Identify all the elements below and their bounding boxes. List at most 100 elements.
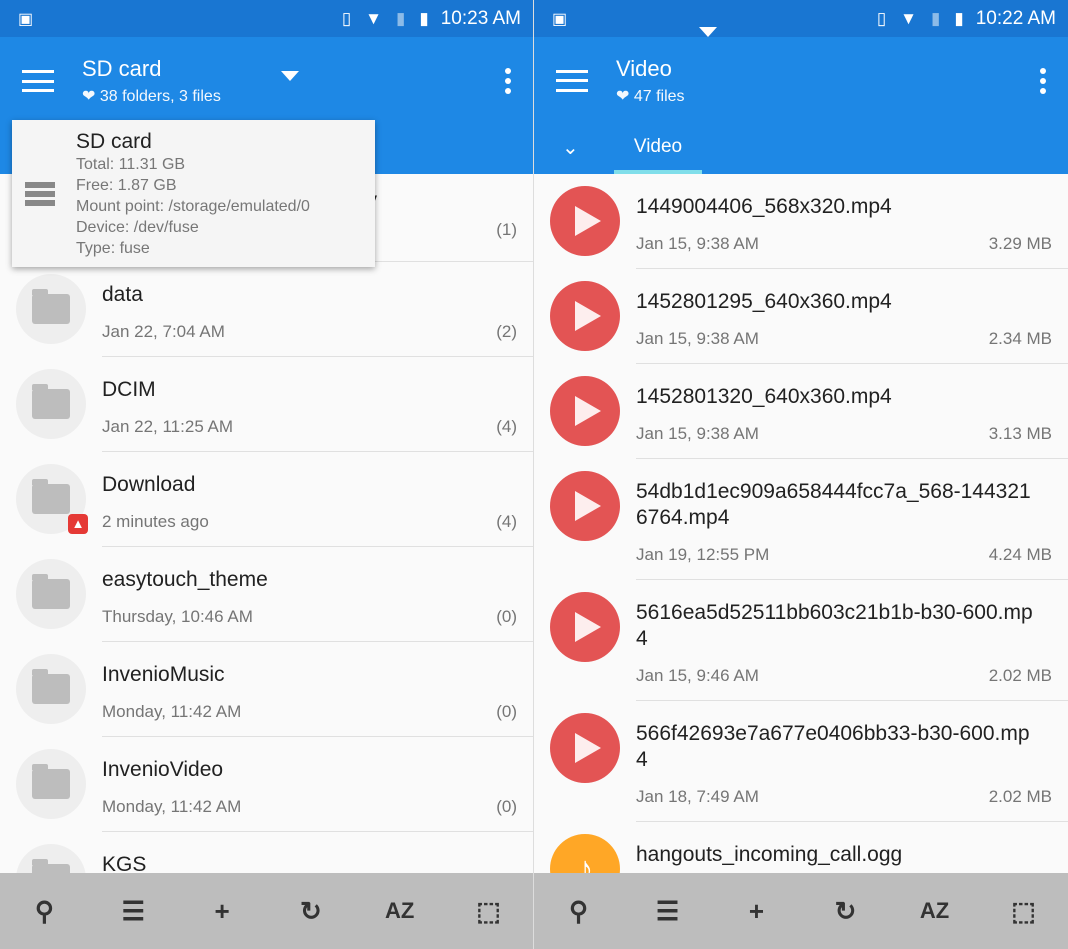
list-item[interactable]: InvenioMusic Monday, 11:42 AM (0): [0, 642, 533, 737]
item-count: (2): [496, 322, 517, 341]
no-sim-icon: ▮: [931, 8, 941, 28]
image-notification-icon: ▣: [18, 10, 34, 28]
list-item[interactable]: DCIM Jan 22, 11:25 AM (4): [0, 357, 533, 452]
item-name: 1452801295_640x360.mp4: [636, 290, 892, 313]
item-name: DCIM: [102, 378, 156, 401]
popup-type: Type: fuse: [76, 240, 150, 257]
item-date: Monday, 11:42 AM: [102, 702, 242, 721]
image-notification-icon: ▣: [552, 10, 568, 28]
popup-mount: Mount point: /storage/emulated/0: [76, 198, 310, 215]
list-item[interactable]: 1452801320_640x360.mp4 Jan 15, 9:38 AM 3.1…: [534, 364, 1068, 459]
video-file-icon: [550, 471, 620, 541]
location-selector[interactable]: Video ❤ 47 files: [616, 56, 685, 106]
popup-title: SD card: [76, 130, 152, 153]
item-size: 4.24 MB: [988, 545, 1052, 564]
item-date: Jan 15, 9:38 AM: [636, 329, 759, 348]
video-file-icon: [550, 281, 620, 351]
item-name: 1452801320_640x360.mp4: [636, 385, 892, 408]
list-item[interactable]: 1449004406_568x320.mp4 Jan 15, 9:38 AM 3.2…: [534, 174, 1068, 269]
sort-az-icon[interactable]: AZ: [910, 898, 960, 924]
bottom-toolbar: ⚲ ☰ + ↻ AZ ⬚: [534, 873, 1068, 949]
item-name: InvenioMusic: [102, 663, 225, 686]
item-size: 3.29 MB: [988, 234, 1052, 253]
folder-icon: [16, 274, 86, 344]
status-bar: ▣ ▯ ▼ ▮ ▮ 10:23 AM: [0, 0, 533, 37]
item-name: 54db1d1ec909a658444fcc7a_568-1443216764.…: [636, 480, 1031, 529]
list-view-icon[interactable]: ☰: [643, 896, 693, 927]
storage-info-popup: SD card Total: 11.31 GB Free: 1.87 GB Mo…: [12, 120, 375, 267]
item-count: (0): [496, 702, 517, 721]
battery-icon: ▮: [954, 8, 964, 28]
more-options-icon[interactable]: [505, 68, 511, 94]
add-icon[interactable]: +: [732, 896, 782, 927]
folder-icon: [16, 654, 86, 724]
item-date: 2 minutes ago: [102, 512, 209, 531]
file-list: 1449004406_568x320.mp4 Jan 15, 9:38 AM 3.2…: [534, 174, 1068, 917]
wifi-icon: ▼: [900, 8, 917, 28]
menu-icon[interactable]: [22, 70, 54, 92]
left-panel: ▣ ▯ ▼ ▮ ▮ 10:23 AM SD card ❤ 38 folders,…: [0, 0, 534, 949]
wifi-icon: ▼: [365, 8, 382, 28]
toolbar-title: SD card: [82, 56, 162, 81]
file-list: fy (1) dataJan 22, 7:04 AM(2)DCIMJan 22,…: [0, 174, 533, 914]
dropdown-caret-icon[interactable]: [280, 71, 299, 81]
item-count: (0): [496, 607, 517, 626]
list-item[interactable]: InvenioVideo Monday, 11:42 AM (0): [0, 737, 533, 832]
add-icon[interactable]: +: [197, 896, 247, 927]
video-file-icon: [550, 713, 620, 783]
item-date: Jan 15, 9:38 AM: [636, 424, 759, 443]
battery-icon: ▮: [419, 8, 429, 28]
item-size: 2.34 MB: [988, 329, 1052, 348]
sort-az-icon[interactable]: AZ: [375, 898, 425, 924]
item-date: Jan 15, 9:38 AM: [636, 234, 759, 253]
refresh-icon[interactable]: ↻: [286, 896, 336, 927]
menu-icon[interactable]: [556, 69, 588, 92]
bottom-toolbar: ⚲ ☰ + ↻ AZ ⬚: [0, 873, 533, 949]
select-all-icon[interactable]: ⬚: [464, 896, 514, 927]
popup-free: Free: 1.87 GB: [76, 177, 177, 194]
item-name: data: [102, 283, 143, 306]
popup-total: Total: 11.31 GB: [76, 156, 186, 173]
folder-icon: [16, 369, 86, 439]
select-all-icon[interactable]: ⬚: [999, 896, 1049, 927]
item-name: Download: [102, 473, 196, 496]
list-item[interactable]: 5616ea5d52511bb603c21b1b-b30-600.mp4 Jan …: [534, 580, 1068, 701]
storage-icon: [12, 120, 76, 267]
clock: 10:22 AM: [975, 7, 1056, 29]
item-date: Jan 18, 7:49 AM: [636, 787, 759, 806]
item-name: 566f42693e7a677e0406bb33-b30-600.mp4: [636, 722, 1030, 771]
list-view-icon[interactable]: ☰: [108, 896, 158, 927]
dropdown-caret-icon[interactable]: [698, 27, 717, 37]
refresh-icon[interactable]: ↻: [821, 896, 871, 927]
location-selector[interactable]: SD card ❤ 38 folders, 3 files: [82, 56, 221, 106]
heart-icon: ❤: [616, 87, 630, 105]
item-name: hangouts_incoming_call.ogg: [636, 843, 903, 866]
list-item[interactable]: 1452801295_640x360.mp4 Jan 15, 9:38 AM 2.3…: [534, 269, 1068, 364]
item-size: 2.02 MB: [988, 787, 1052, 806]
item-date: Jan 22, 7:04 AM: [102, 322, 225, 341]
search-icon[interactable]: ⚲: [19, 896, 69, 927]
item-name: InvenioVideo: [102, 758, 224, 781]
list-item[interactable]: easytouch_theme Thursday, 10:46 AM (0): [0, 547, 533, 642]
item-count: (1): [496, 220, 517, 239]
item-date: Thursday, 10:46 AM: [102, 607, 253, 626]
folder-icon: ▲: [16, 464, 88, 534]
folder-icon: [16, 559, 86, 629]
item-date: Monday, 11:42 AM: [102, 797, 242, 816]
video-file-icon: [550, 186, 620, 256]
more-options-icon[interactable]: [1040, 67, 1046, 94]
heart-icon: ❤: [82, 88, 96, 105]
android-icon: ▲: [68, 514, 88, 534]
list-item[interactable]: ▲ Download 2 minutes ago (4): [0, 452, 533, 547]
toolbar-subtitle: 38 folders, 3 files: [99, 88, 221, 105]
search-icon[interactable]: ⚲: [554, 896, 604, 927]
item-date: Jan 19, 12:55 PM: [636, 545, 770, 564]
tab-video[interactable]: Video: [614, 136, 702, 174]
chevron-down-icon[interactable]: ⌄: [562, 135, 614, 174]
list-item[interactable]: data Jan 22, 7:04 AM (2): [0, 262, 533, 357]
item-size: 3.13 MB: [988, 424, 1052, 443]
toolbar-subtitle: 47 files: [633, 87, 685, 105]
list-item[interactable]: 566f42693e7a677e0406bb33-b30-600.mp4 Jan …: [534, 701, 1068, 822]
list-item[interactable]: 54db1d1ec909a658444fcc7a_568-1443216764.…: [534, 459, 1068, 580]
item-date: Jan 22, 11:25 AM: [102, 417, 234, 436]
